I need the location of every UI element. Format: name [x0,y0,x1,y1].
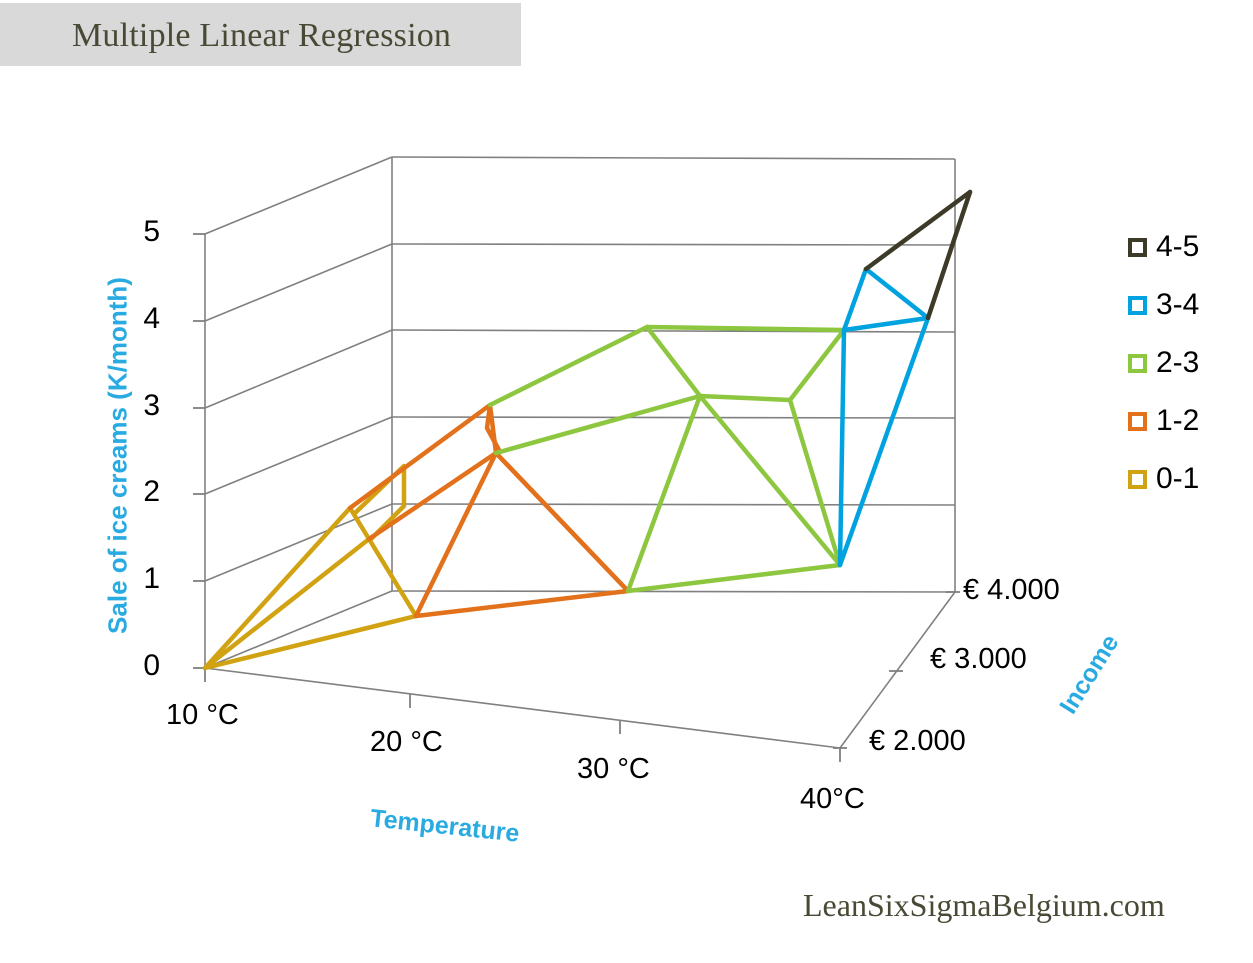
x-tick-label: 40°C [800,783,865,815]
legend-item-0-1[interactable]: 0-1 [1128,450,1199,508]
z-tick-label: € 4.000 [963,574,1060,606]
contour-band-0-1 [202,463,419,671]
legend-item-label: 4-5 [1156,230,1200,263]
surface-plot-svg [193,156,973,762]
z-tick-label: € 2.000 [869,725,966,757]
legend: 4-5 3-4 2-3 1-2 0-1 [1128,218,1199,508]
surface-wireframe [202,189,973,671]
x-tick-label: 20 °C [370,726,443,758]
legend-item-3-4[interactable]: 3-4 [1128,276,1199,334]
legend-item-label: 1-2 [1156,404,1200,437]
gridlines-left-wall [204,156,393,669]
contour-band-3-4 [837,266,931,568]
tick-marks [193,233,960,762]
legend-swatch-icon [1128,295,1147,315]
legend-item-1-2[interactable]: 1-2 [1128,392,1199,450]
legend-item-label: 0-1 [1156,462,1200,495]
contour-band-2-3 [487,324,847,594]
legend-swatch-icon [1128,237,1147,257]
legend-swatch-icon [1128,469,1147,489]
x-tick-label: 10 °C [166,699,239,731]
legend-item-label: 3-4 [1156,288,1200,321]
chart-canvas: 5 4 3 2 1 0 10 °C 20 °C 30 °C 40°C € 4.0… [0,0,1253,963]
legend-item-2-3[interactable]: 2-3 [1128,334,1199,392]
watermark: LeanSixSigmaBelgium.com [803,887,1165,923]
z-tick-label: € 3.000 [930,643,1027,675]
legend-swatch-icon [1128,353,1147,373]
legend-item-4-5[interactable]: 4-5 [1128,218,1199,276]
legend-item-label: 2-3 [1156,346,1200,379]
legend-swatch-icon [1128,411,1147,431]
page-title: Multiple Linear Regression [72,17,452,54]
gridlines-right-wall [391,156,956,593]
floor-front-edge [204,667,841,749]
y-axis-title: Sale of ice creams (K/month) [102,277,133,634]
x-tick-label: 30 °C [577,753,650,785]
